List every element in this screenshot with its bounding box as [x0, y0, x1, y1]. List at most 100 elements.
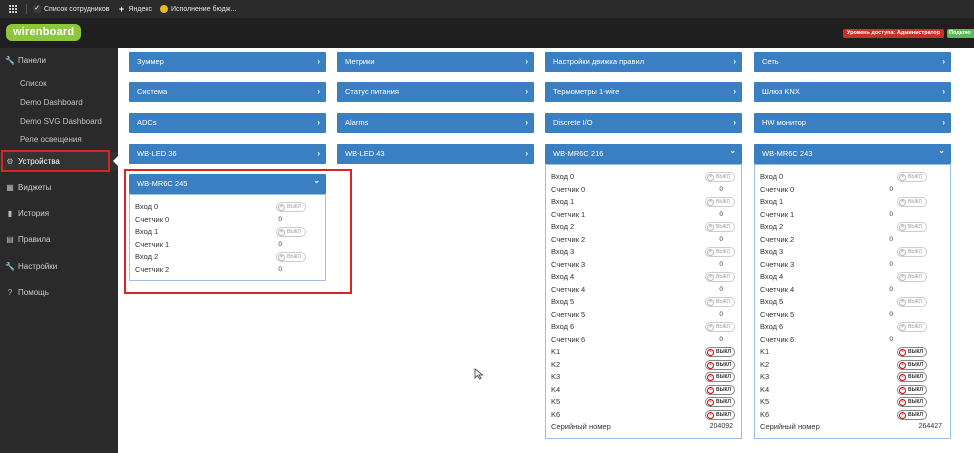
control-row: K1 × ВЫКЛ	[755, 346, 950, 359]
input-switch: × ВЫКЛ	[705, 197, 735, 207]
sidebar-item-label: Панели	[18, 55, 46, 65]
device-tile-label: Шлюз KNX	[762, 87, 800, 96]
off-x-icon: ×	[707, 361, 714, 369]
mr245-highlight-frame	[124, 169, 352, 294]
control-label: Вход 0	[551, 172, 575, 181]
device-tile[interactable]: ADCs ›	[129, 113, 326, 133]
bookmark-budget[interactable]: Исполнение бюдж...	[160, 5, 236, 13]
device-panel-title: WB-MR6C 216	[553, 149, 604, 158]
control-row: Вход 5 × ВЫКЛ	[546, 296, 741, 309]
chevron-right-icon: ›	[317, 57, 320, 66]
off-x-icon: ×	[707, 349, 714, 356]
sidebar-sub-list[interactable]: Список	[20, 79, 47, 88]
control-label: Счетчик 1	[760, 209, 795, 219]
device-tile[interactable]: Система ›	[129, 82, 326, 102]
control-label: K4	[760, 384, 770, 394]
sidebar-item-rules[interactable]: ▤ Правила	[0, 230, 118, 248]
sidebar-item-widgets[interactable]: ▦ Виджеты	[0, 178, 118, 196]
control-label: K6	[551, 409, 561, 419]
sidebar-sub-demo-dashboard[interactable]: Demo Dashboard	[20, 98, 83, 107]
control-row: Счетчик 3 0	[546, 259, 741, 272]
device-tile[interactable]: Шлюз KNX ›	[754, 82, 951, 102]
device-tile[interactable]: Discrete I/O ›	[545, 113, 742, 133]
control-label: K1	[551, 347, 561, 356]
control-row: Вход 3 × ВЫКЛ	[755, 246, 950, 259]
sidebar-item-history[interactable]: ▮ История	[0, 204, 118, 222]
device-tile[interactable]: Метрики ›	[337, 52, 534, 72]
bookmarks-separator	[26, 4, 27, 14]
sidebar-item-help[interactable]: ? Помощь	[0, 283, 118, 301]
device-tile-label: Система	[137, 87, 168, 96]
sidebar-item-label: Виджеты	[18, 182, 52, 192]
control-row: Вход 4 × ВЫКЛ	[546, 271, 741, 284]
sidebar-item-panels[interactable]: 🔧 Панели	[0, 51, 118, 69]
control-row: Счетчик 0 0	[546, 184, 741, 197]
device-tile[interactable]: Зуммер ›	[129, 52, 326, 72]
relay-switch[interactable]: × ВЫКЛ	[897, 409, 927, 420]
switch-state-label: ВЫКЛ	[716, 274, 730, 280]
bookmark-employees[interactable]: ✓ Список сотрудников	[33, 5, 109, 13]
control-label: Счетчик 0	[760, 184, 795, 194]
off-x-icon: ×	[899, 411, 906, 419]
control-row: Счетчик 1 0	[546, 209, 741, 222]
relay-switch[interactable]: × ВЫКЛ	[897, 347, 927, 357]
sidebar-item-settings[interactable]: 🔧 Настройки	[0, 257, 118, 275]
coin-icon	[160, 5, 169, 13]
relay-switch[interactable]: × ВЫКЛ	[897, 384, 927, 395]
device-tile-label: Discrete I/O	[553, 118, 593, 127]
bookmark-label: Яндекс	[128, 5, 153, 13]
sidebar: 🔧 Панели Список Demo Dashboard Demo SVG …	[0, 48, 118, 453]
control-row: K6 × ВЫКЛ	[546, 409, 741, 422]
device-tile[interactable]: HW монитор ›	[754, 113, 951, 133]
control-label: K1	[760, 347, 770, 356]
switch-state-label: ВЫКЛ	[908, 374, 924, 380]
sidebar-sub-lighting-relay[interactable]: Реле освещения	[20, 135, 82, 144]
device-panel-title: WB-MR6C 243	[762, 149, 813, 158]
switch-state-label: ВЫКЛ	[908, 349, 924, 355]
control-label: Вход 0	[760, 172, 784, 181]
relay-switch[interactable]: × ВЫКЛ	[897, 372, 927, 382]
control-row: K5 × ВЫКЛ	[546, 396, 741, 409]
device-panel-header-mr243[interactable]: WB-MR6C 243 ⌄	[754, 144, 951, 164]
control-value: 0	[889, 335, 893, 343]
input-switch: × ВЫКЛ	[705, 222, 735, 232]
sidebar-sub-demo-svg-dashboard[interactable]: Demo SVG Dashboard	[20, 117, 102, 126]
apps-grid-icon[interactable]	[8, 4, 18, 14]
control-label: K2	[551, 359, 561, 369]
device-tile[interactable]: Настройки движка правил ›	[545, 52, 742, 72]
input-switch: × ВЫКЛ	[897, 222, 927, 232]
control-value: 0	[719, 310, 723, 318]
device-tile[interactable]: WB-LED 43 ›	[337, 144, 534, 164]
chevron-right-icon: ›	[733, 57, 736, 66]
device-tile[interactable]: Сеть ›	[754, 52, 951, 72]
device-panel-header-mr216[interactable]: WB-MR6C 216 ⌄	[545, 144, 742, 164]
device-tile[interactable]: Alarms ›	[337, 113, 534, 133]
relay-switch[interactable]: × ВЫКЛ	[705, 397, 735, 407]
relay-switch[interactable]: × ВЫКЛ	[705, 409, 735, 420]
control-row: Счетчик 4 0	[755, 284, 950, 297]
control-row: Вход 6 × ВЫКЛ	[546, 321, 741, 334]
bookmark-yandex[interactable]: + Яндекс	[117, 5, 153, 14]
device-tile[interactable]: Статус питания ›	[337, 82, 534, 102]
switch-state-label: ВЫКЛ	[908, 361, 924, 368]
control-value: 0	[719, 260, 723, 268]
relay-switch[interactable]: × ВЫКЛ	[705, 347, 735, 357]
control-label: Вход 4	[760, 272, 784, 281]
device-tile[interactable]: Термометры 1-wire ›	[545, 82, 742, 102]
relay-switch[interactable]: × ВЫКЛ	[897, 359, 927, 370]
relay-switch[interactable]: × ВЫКЛ	[705, 384, 735, 395]
off-x-icon: ×	[899, 174, 906, 181]
relay-switch[interactable]: × ВЫКЛ	[705, 359, 735, 370]
control-row: Вход 0 × ВЫКЛ	[755, 171, 950, 184]
connection-badge: Подклю	[947, 29, 974, 38]
chevron-right-icon: ›	[733, 87, 736, 96]
device-tile[interactable]: WB-LED 36 ›	[129, 144, 326, 164]
off-x-icon: ×	[899, 386, 906, 394]
mouse-cursor-icon	[474, 368, 484, 380]
relay-switch[interactable]: × ВЫКЛ	[705, 372, 735, 382]
relay-switch[interactable]: × ВЫКЛ	[897, 397, 927, 407]
switch-state-label: ВЫКЛ	[716, 361, 732, 368]
chevron-down-icon: ⌄	[938, 146, 945, 155]
control-label: K2	[760, 359, 770, 369]
wirenboard-logo[interactable]: wirenboard	[6, 24, 82, 41]
